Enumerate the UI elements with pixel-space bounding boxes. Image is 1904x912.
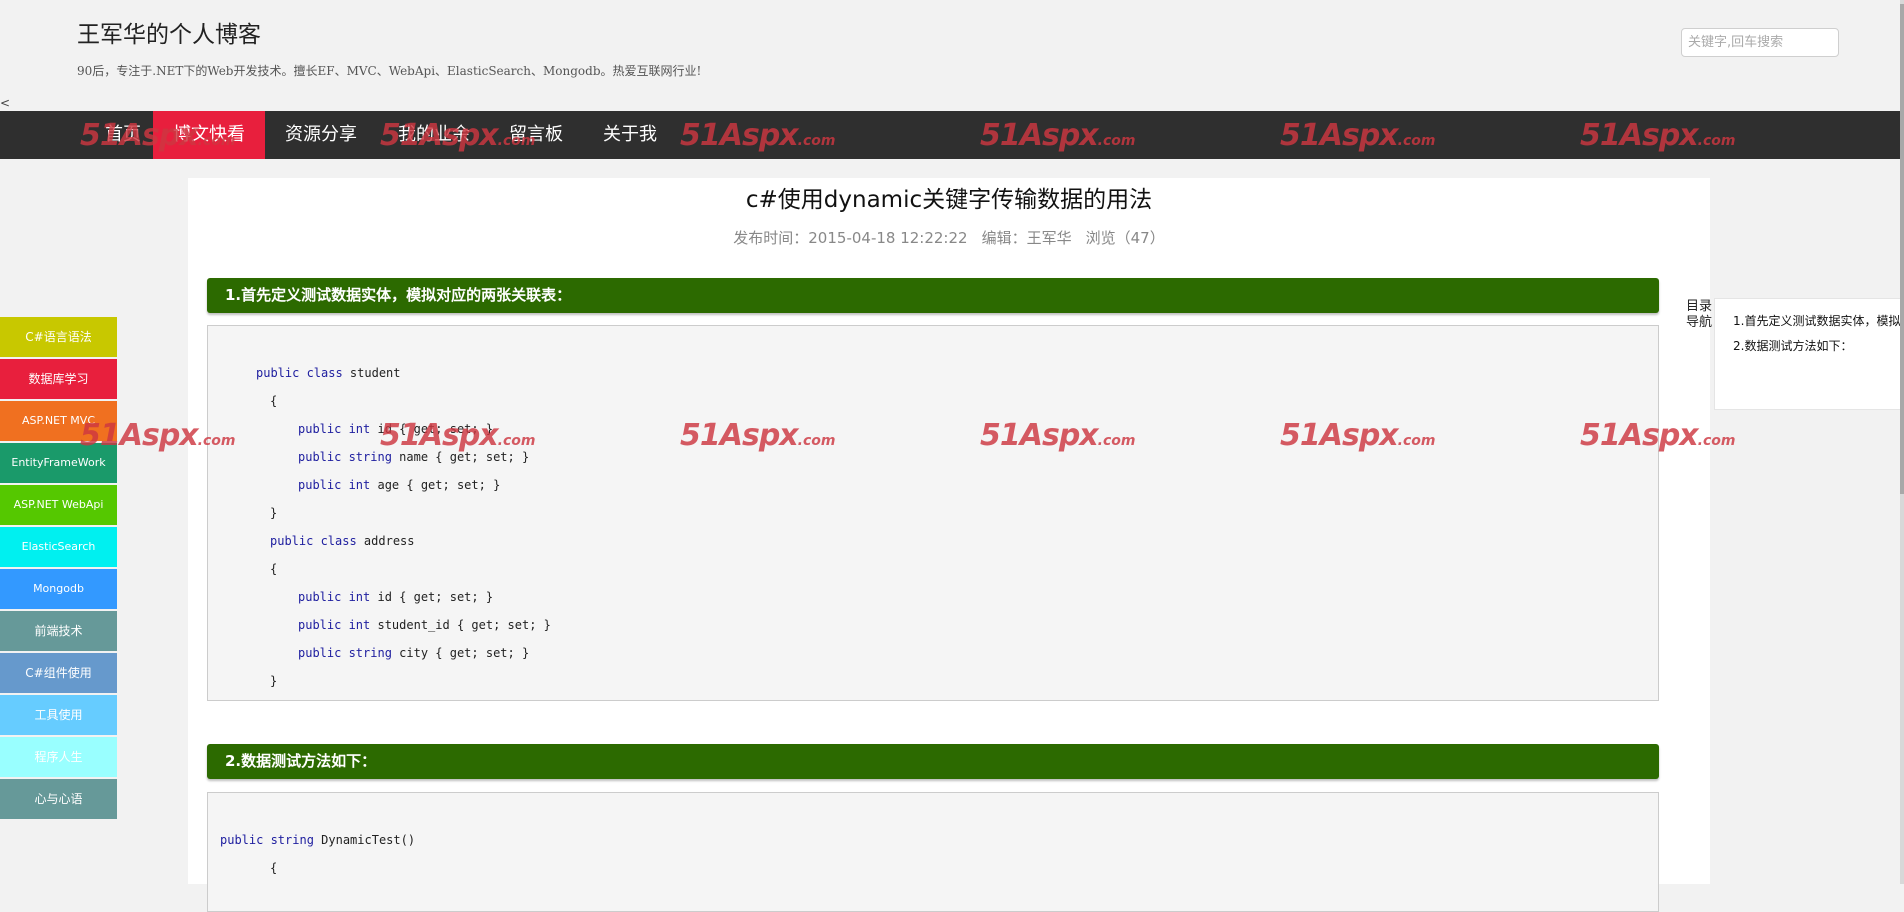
nav-hobbies[interactable]: 我的业余: [388, 111, 480, 159]
scrollbar-thumb[interactable]: [1900, 4, 1904, 494]
category-heart-words[interactable]: 心与心语: [0, 779, 117, 819]
site-title[interactable]: 王军华的个人博客: [77, 15, 261, 49]
category-entityframework[interactable]: EntityFrameWork: [0, 443, 117, 483]
nav-guestbook[interactable]: 留言板: [498, 111, 574, 159]
category-tools[interactable]: 工具使用: [0, 695, 117, 735]
code-line: {: [270, 394, 278, 408]
category-programmer-life[interactable]: 程序人生: [0, 737, 117, 777]
views-label: 浏览（: [1085, 229, 1131, 247]
code-line: public class student: [256, 366, 401, 380]
publish-label: 发布时间：: [733, 229, 809, 247]
code-line: {: [270, 861, 278, 875]
site-subtitle: 90后，专注于.NET下的Web开发技术。擅长EF、MVC、WebApi、Ela…: [77, 64, 702, 78]
code-line: public int student_id { get; set; }: [298, 618, 551, 632]
code-line: public string city { get; set; }: [298, 646, 530, 660]
code-line: public class address: [270, 534, 415, 548]
code-line: public int age { get; set; }: [298, 478, 501, 492]
nav-about[interactable]: 关于我: [596, 111, 664, 159]
category-aspnet-webapi[interactable]: ASP.NET WebApi: [0, 485, 117, 525]
category-csharp-components[interactable]: C#组件使用: [0, 653, 117, 693]
article: c#使用dynamic关键字传输数据的用法 发布时间：2015-04-18 12…: [188, 178, 1710, 912]
code-line: {: [270, 562, 278, 576]
toc-panel: 1.首先定义测试数据实体，模拟对应的两张关联表： 2.数据测试方法如下：: [1714, 298, 1904, 410]
editor-name: 王军华: [1026, 229, 1072, 247]
code-line: public string name { get; set; }: [298, 450, 530, 464]
section-heading-1: 1.首先定义测试数据实体，模拟对应的两张关联表：: [207, 278, 1659, 313]
nav-resources[interactable]: 资源分享: [276, 111, 366, 159]
code-block-1: public class student { public int id { get…: [207, 325, 1659, 701]
article-meta: 发布时间：2015-04-18 12:22:22 编辑：王军华 浏览（47）: [188, 227, 1710, 248]
code-line: public int id { get; set; }: [298, 590, 494, 604]
category-database[interactable]: 数据库学习: [0, 359, 117, 399]
toc-item-1[interactable]: 1.首先定义测试数据实体，模拟对应的两张关联表：: [1733, 312, 1903, 329]
views-close: ）: [1149, 229, 1165, 247]
article-title: c#使用dynamic关键字传输数据的用法: [745, 187, 1153, 213]
search-input[interactable]: [1681, 28, 1839, 57]
view-count: 47: [1130, 229, 1150, 247]
code-line: }: [270, 506, 278, 520]
toc-label-text: 目录导航: [1686, 299, 1713, 330]
editor-label: 编辑：: [981, 229, 1027, 247]
category-aspnet-mvc[interactable]: ASP.NET MVC: [0, 401, 117, 441]
nav-home[interactable]: 首页: [92, 111, 154, 159]
category-elasticsearch[interactable]: ElasticSearch: [0, 527, 117, 567]
nav-blog-quickview[interactable]: 博文快看: [153, 111, 265, 159]
toc-label: 目录导航: [1686, 299, 1714, 331]
category-sidebar: C#语言语法 数据库学习 ASP.NET MVC EntityFrameWork…: [0, 317, 117, 821]
code-line: public int id { get; set; }: [298, 422, 494, 436]
code-block-2: public string DynamicTest() {: [207, 792, 1659, 912]
category-csharp-syntax[interactable]: C#语言语法: [0, 317, 117, 357]
main-navbar: 首页 博文快看 资源分享 我的业余 留言板 关于我: [0, 111, 1900, 159]
section-heading-2: 2.数据测试方法如下：: [207, 744, 1659, 779]
stray-char: <: [0, 96, 11, 110]
page-scrollbar[interactable]: [1900, 0, 1904, 884]
toc-item-2[interactable]: 2.数据测试方法如下：: [1733, 337, 1852, 354]
category-mongodb[interactable]: Mongodb: [0, 569, 117, 609]
code-line: }: [270, 674, 278, 688]
code-line: public string DynamicTest(): [220, 833, 416, 847]
publish-time: 2015-04-18 12:22:22: [808, 229, 968, 247]
category-frontend[interactable]: 前端技术: [0, 611, 117, 651]
